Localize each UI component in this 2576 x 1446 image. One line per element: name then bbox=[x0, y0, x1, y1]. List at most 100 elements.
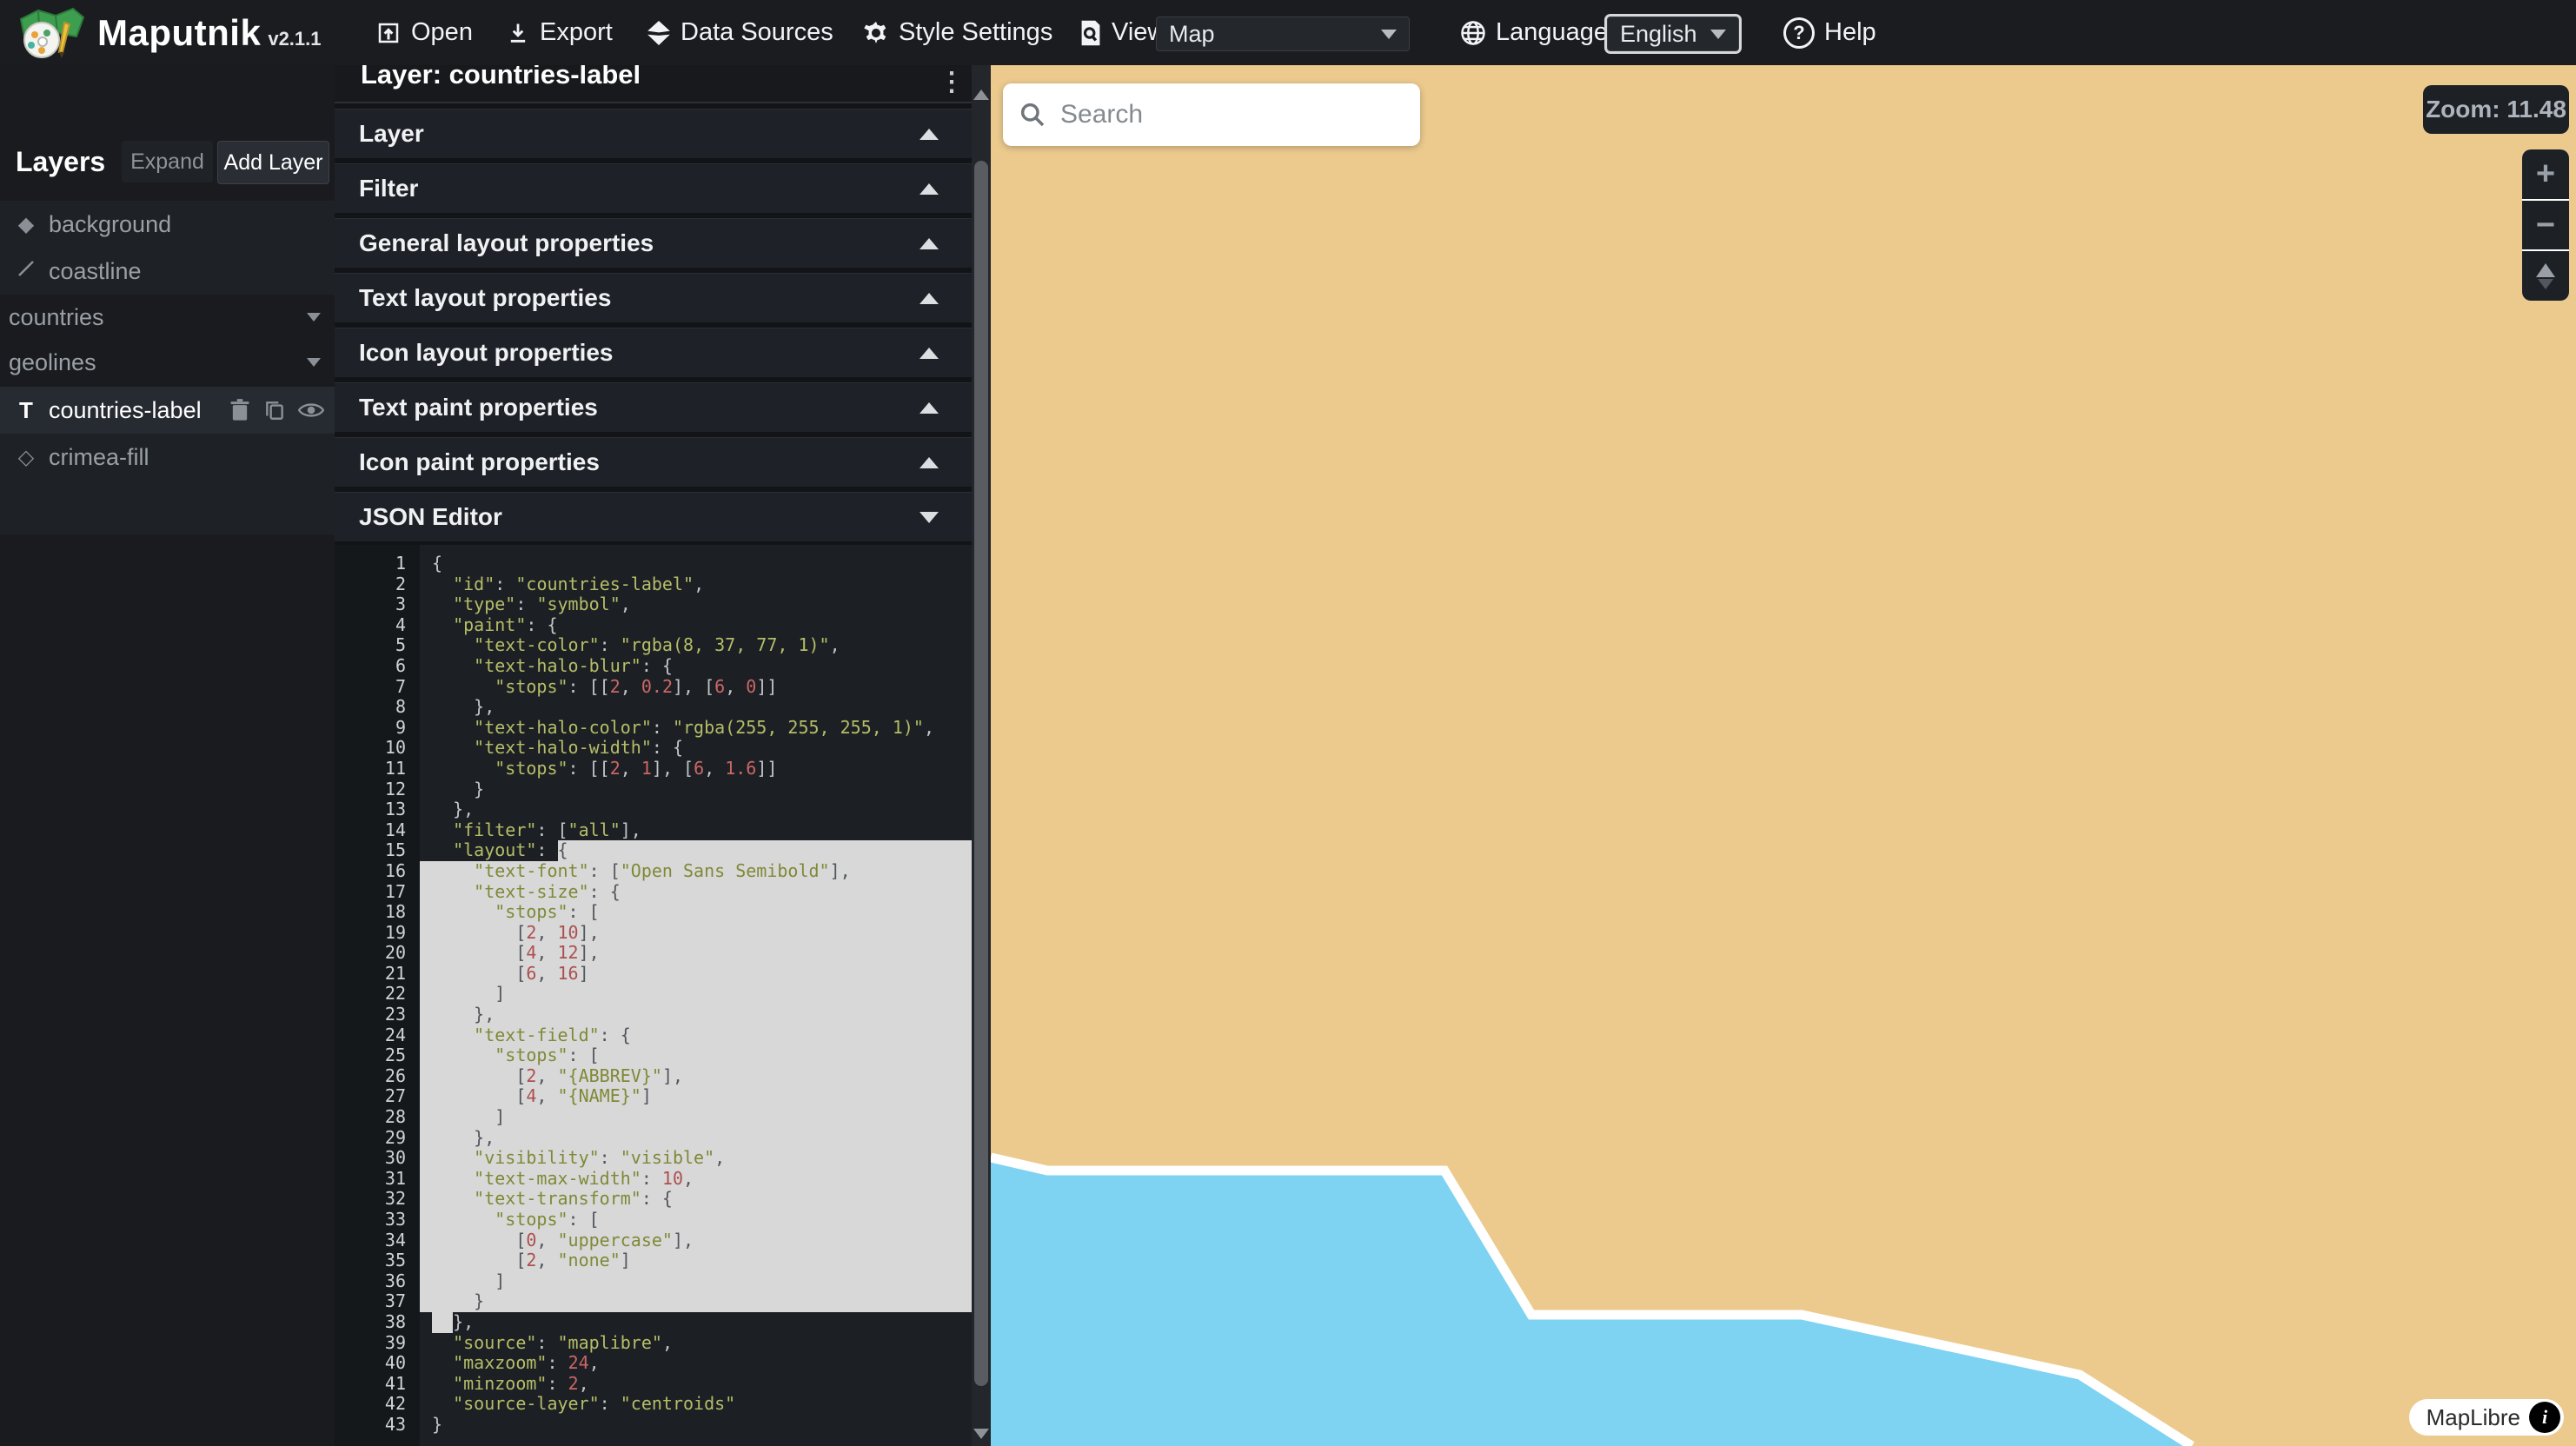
search-input[interactable] bbox=[1059, 99, 1392, 130]
view-button[interactable]: View bbox=[1079, 0, 1165, 65]
code-line[interactable]: }, bbox=[420, 1312, 972, 1333]
code-line[interactable]: "paint": { bbox=[420, 615, 972, 636]
code-line[interactable]: } bbox=[420, 779, 972, 800]
scrollbar-thumb[interactable] bbox=[974, 161, 988, 1386]
code-line[interactable]: "text-color": "rgba(8, 37, 77, 1)", bbox=[420, 635, 972, 656]
line-number: 8 bbox=[335, 697, 420, 718]
code-line[interactable]: [2, "none"] bbox=[420, 1250, 972, 1271]
scroll-up-arrow-icon[interactable] bbox=[973, 90, 989, 100]
language-label: Language bbox=[1496, 18, 1608, 47]
code-line[interactable]: } bbox=[420, 1415, 972, 1436]
code-line[interactable]: [4, 12], bbox=[420, 943, 972, 964]
duplicate-layer-icon[interactable] bbox=[263, 398, 286, 422]
section-general-layout[interactable]: General layout properties bbox=[335, 218, 972, 268]
line-number: 1 bbox=[335, 554, 420, 574]
section-layer[interactable]: Layer bbox=[335, 109, 972, 158]
line-number: 13 bbox=[335, 799, 420, 820]
code-line[interactable]: "filter": ["all"], bbox=[420, 820, 972, 841]
chevron-up-icon bbox=[920, 457, 939, 468]
help-button[interactable]: ? Help bbox=[1783, 0, 1876, 65]
code-line[interactable]: }, bbox=[420, 697, 972, 718]
code-line[interactable]: { bbox=[420, 554, 972, 574]
section-text-paint[interactable]: Text paint properties bbox=[335, 382, 972, 432]
code-line[interactable]: ] bbox=[420, 1107, 972, 1128]
json-editor[interactable]: 1234567891011121314151617181920212223242… bbox=[335, 545, 972, 1446]
code-line[interactable]: "layout": { bbox=[420, 840, 972, 861]
section-text-layout[interactable]: Text layout properties bbox=[335, 273, 972, 322]
scroll-down-arrow-icon[interactable] bbox=[973, 1429, 989, 1439]
code-line[interactable]: "stops": [ bbox=[420, 1045, 972, 1066]
code-line[interactable]: "id": "countries-label", bbox=[420, 574, 972, 595]
layer-group-countries[interactable]: countries bbox=[0, 295, 335, 340]
code-line[interactable]: "visibility": "visible", bbox=[420, 1148, 972, 1169]
code-line[interactable]: "maxzoom": 24, bbox=[420, 1353, 972, 1374]
code-line[interactable]: "stops": [[2, 1], [6, 1.6]] bbox=[420, 759, 972, 779]
line-number: 31 bbox=[335, 1169, 420, 1190]
code-line[interactable]: [4, "{NAME}"] bbox=[420, 1086, 972, 1107]
section-icon-paint[interactable]: Icon paint properties bbox=[335, 437, 972, 487]
map-search-box[interactable] bbox=[1003, 83, 1420, 146]
code-line[interactable]: "text-transform": { bbox=[420, 1189, 972, 1210]
code-line[interactable]: "text-size": { bbox=[420, 882, 972, 903]
code-line[interactable]: [2, "{ABBREV}"], bbox=[420, 1066, 972, 1087]
code-line[interactable]: "source-layer": "centroids" bbox=[420, 1394, 972, 1415]
delete-layer-icon[interactable] bbox=[229, 398, 251, 422]
code-line[interactable]: [2, 10], bbox=[420, 923, 972, 944]
code-line[interactable]: "text-halo-width": { bbox=[420, 738, 972, 759]
zoom-in-button[interactable]: + bbox=[2522, 149, 2569, 199]
chevron-up-icon bbox=[920, 402, 939, 414]
zoom-out-button[interactable]: − bbox=[2522, 201, 2569, 250]
code-line[interactable]: "text-font": ["Open Sans Semibold"], bbox=[420, 861, 972, 882]
layer-item-countries-label[interactable]: T countries-label bbox=[0, 387, 335, 434]
layer-group-geolines[interactable]: geolines bbox=[0, 340, 335, 385]
code-line[interactable]: "stops": [ bbox=[420, 902, 972, 923]
layer-item-crimea-fill[interactable]: ◇ crimea-fill bbox=[0, 434, 335, 481]
code-line[interactable]: "text-halo-color": "rgba(255, 255, 255, … bbox=[420, 718, 972, 739]
data-sources-button[interactable]: Data Sources bbox=[647, 0, 833, 65]
view-mode-select[interactable]: Map bbox=[1156, 17, 1410, 51]
code-line[interactable]: }, bbox=[420, 1128, 972, 1149]
code-line[interactable]: [6, 16] bbox=[420, 964, 972, 985]
open-label: Open bbox=[411, 18, 473, 47]
code-line[interactable]: [0, "uppercase"], bbox=[420, 1230, 972, 1251]
code-line[interactable]: } bbox=[420, 1291, 972, 1312]
line-number: 11 bbox=[335, 759, 420, 779]
section-filter[interactable]: Filter bbox=[335, 163, 972, 213]
code-line[interactable]: ] bbox=[420, 984, 972, 1005]
chevron-down-icon bbox=[1381, 30, 1397, 39]
expand-button[interactable]: Expand bbox=[122, 141, 213, 182]
attribution-label[interactable]: MapLibre bbox=[2427, 1404, 2520, 1431]
language-value: English bbox=[1620, 21, 1697, 48]
export-button[interactable]: Export bbox=[506, 0, 613, 65]
brand: Maputnik v2.1.1 bbox=[16, 0, 322, 65]
code-line[interactable]: "stops": [[2, 0.2], [6, 0]] bbox=[420, 677, 972, 698]
code-line[interactable]: "stops": [ bbox=[420, 1210, 972, 1230]
code-line[interactable]: "text-halo-blur": { bbox=[420, 656, 972, 677]
language-select[interactable]: English bbox=[1607, 17, 1739, 51]
code-line[interactable]: ] bbox=[420, 1271, 972, 1292]
chevron-up-icon bbox=[920, 129, 939, 140]
code-line[interactable]: "minzoom": 2, bbox=[420, 1374, 972, 1395]
editor-code[interactable]: { "id": "countries-label", "type": "symb… bbox=[420, 545, 972, 1446]
code-line[interactable]: }, bbox=[420, 1005, 972, 1025]
open-button[interactable]: Open bbox=[375, 0, 473, 65]
add-layer-button[interactable]: Add Layer bbox=[217, 141, 329, 184]
compass-button[interactable] bbox=[2522, 251, 2569, 301]
map-canvas[interactable]: Zoom: 11.48 + − MapLibre i bbox=[991, 65, 2576, 1446]
layer-item-coastline[interactable]: coastline bbox=[0, 248, 335, 295]
code-line[interactable]: "source": "maplibre", bbox=[420, 1333, 972, 1354]
section-json-editor[interactable]: JSON Editor bbox=[335, 492, 972, 541]
info-icon[interactable]: i bbox=[2529, 1402, 2560, 1433]
visibility-eye-icon[interactable] bbox=[298, 399, 324, 421]
app-title: Maputnik bbox=[97, 12, 261, 54]
line-number: 17 bbox=[335, 882, 420, 903]
panel-scrollbar[interactable] bbox=[972, 65, 991, 1446]
layer-item-background[interactable]: ◆ background bbox=[0, 201, 335, 248]
style-settings-button[interactable]: Style Settings bbox=[863, 0, 1052, 65]
code-line[interactable]: "type": "symbol", bbox=[420, 594, 972, 615]
code-line[interactable]: "text-field": { bbox=[420, 1025, 972, 1046]
kebab-menu-icon[interactable]: ⋮ bbox=[939, 67, 965, 97]
section-icon-layout[interactable]: Icon layout properties bbox=[335, 328, 972, 377]
code-line[interactable]: }, bbox=[420, 799, 972, 820]
code-line[interactable]: "text-max-width": 10, bbox=[420, 1169, 972, 1190]
